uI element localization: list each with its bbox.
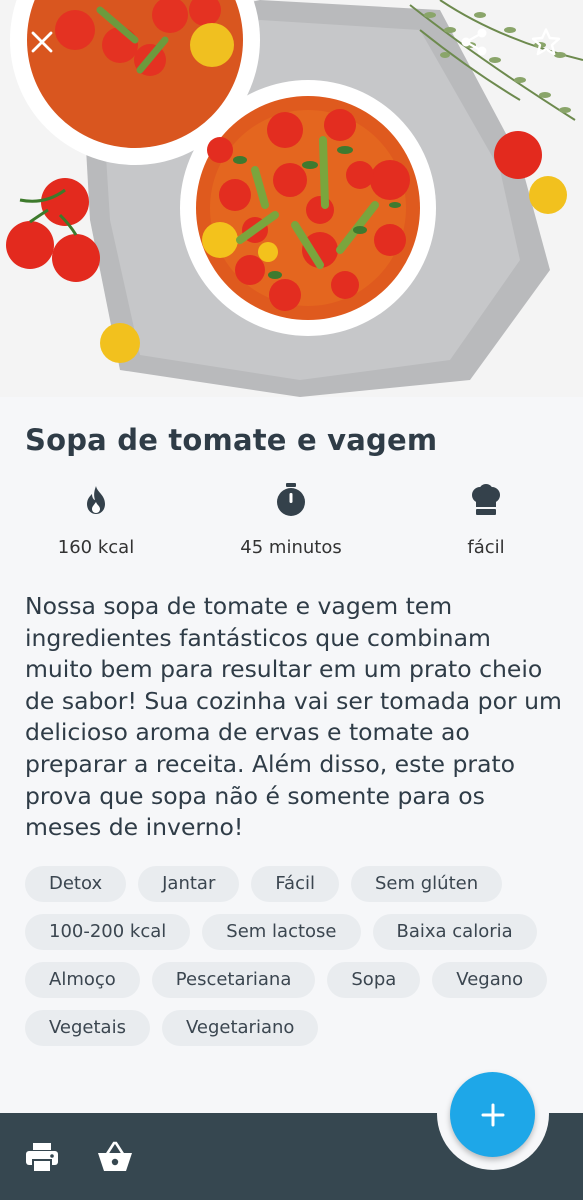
recipe-tags: Detox Jantar Fácil Sem glúten 100-200 kc… (25, 865, 565, 1046)
tag-chip[interactable]: Sem glúten (351, 865, 503, 902)
tag-chip[interactable]: Sem lactose (202, 913, 361, 950)
printer-icon (26, 1143, 58, 1173)
stat-calories: 160 kcal (16, 481, 176, 558)
soup-photo (0, 0, 583, 397)
calories-value: 160 kcal (57, 537, 135, 558)
stopwatch-icon (277, 483, 305, 516)
tag-chip[interactable]: Vegetais (25, 1009, 150, 1046)
tag-chip[interactable]: Almoço (25, 961, 140, 998)
share-icon (461, 28, 487, 56)
recipe-content: Sopa de tomate e vagem 160 kcal 45 minut… (0, 397, 583, 1046)
recipe-stats: 160 kcal 45 minutos fácil (25, 481, 558, 591)
stat-time: 45 minutos (211, 481, 371, 558)
star-outline-icon (531, 28, 561, 56)
recipe-description: Nossa sopa de tomate e vagem tem ingredi… (25, 592, 562, 842)
stat-difficulty: fácil (406, 481, 566, 558)
difficulty-value: fácil (467, 537, 505, 558)
recipe-hero-image (0, 0, 583, 397)
tag-chip[interactable]: Vegano (432, 961, 548, 998)
flame-icon (87, 486, 105, 514)
close-icon (31, 31, 53, 53)
print-button[interactable] (22, 1137, 62, 1177)
time-value: 45 minutos (240, 537, 342, 558)
tag-chip[interactable]: Detox (25, 865, 127, 902)
shopping-basket-button[interactable] (95, 1137, 135, 1177)
add-button[interactable] (450, 1072, 535, 1157)
recipe-title: Sopa de tomate e vagem (25, 423, 438, 457)
favorite-button[interactable] (528, 24, 564, 60)
close-button[interactable] (24, 24, 60, 60)
plus-icon (481, 1103, 504, 1126)
tag-chip[interactable]: Fácil (251, 865, 339, 902)
share-button[interactable] (456, 24, 492, 60)
tag-chip[interactable]: Pescetariana (151, 961, 316, 998)
chef-hat-icon (472, 484, 500, 515)
tag-chip[interactable]: Jantar (138, 865, 240, 902)
tag-chip[interactable]: Vegetariano (161, 1009, 319, 1046)
tag-chip[interactable]: Sopa (327, 961, 421, 998)
tag-chip[interactable]: 100-200 kcal (25, 913, 191, 950)
basket-icon (98, 1141, 132, 1171)
tag-chip[interactable]: Baixa caloria (372, 913, 537, 950)
